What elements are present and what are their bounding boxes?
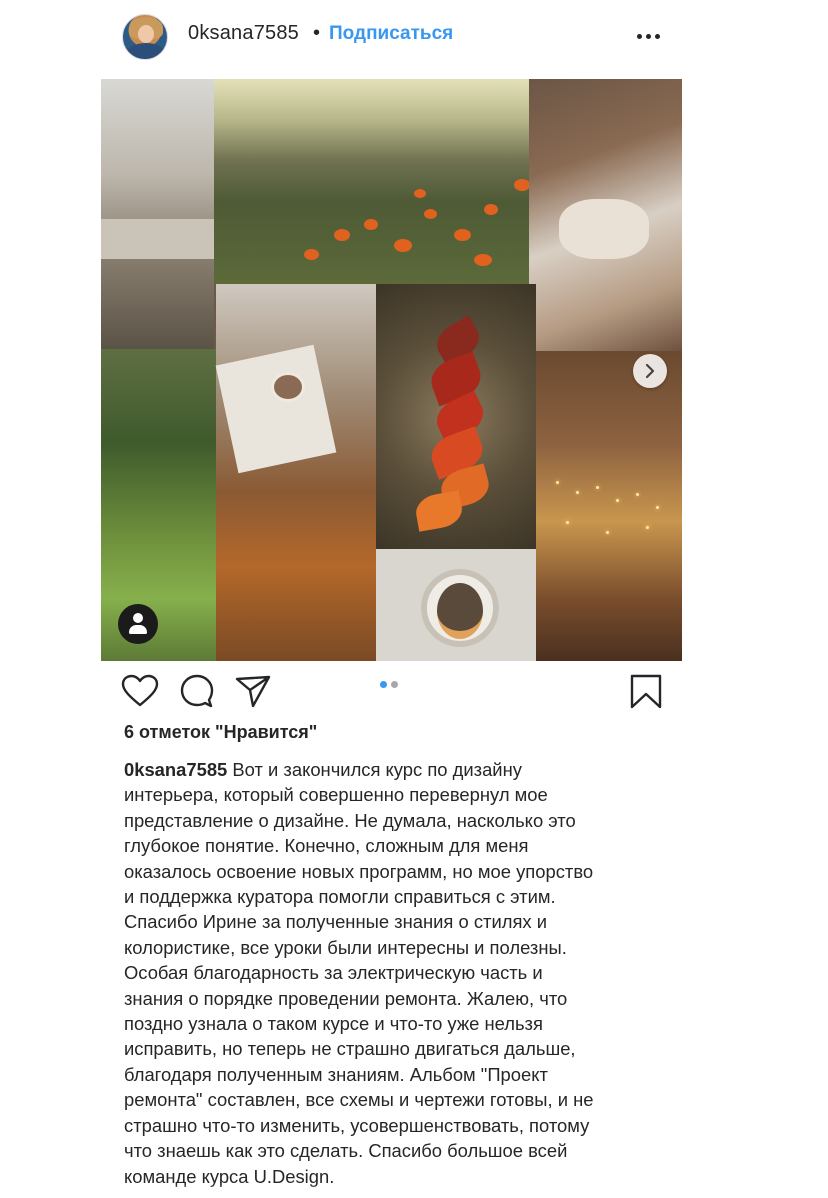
caption-line: благодаря полученным знаниям. Альбом "Пр…: [124, 1063, 548, 1085]
bottom-fade: [0, 1184, 828, 1198]
caption-line: колористике, все уроки были интересны и …: [124, 936, 567, 958]
collage-tile-coat: [529, 79, 682, 351]
caption-line: Особая благодарность за электрическую ча…: [124, 962, 543, 984]
caption-line: страшно что-то изменить, усовершенствова…: [124, 1114, 590, 1136]
collage-tile-garden: [101, 349, 216, 661]
action-bar: [0, 668, 828, 718]
caption-line: глубокое понятие. Конечно, сложным для м…: [124, 835, 529, 857]
caption-line: знания о порядке проведении ремонта. Жал…: [124, 987, 568, 1009]
follow-button[interactable]: Подписаться: [329, 23, 453, 45]
user-tag-icon[interactable]: [118, 604, 158, 644]
caption-line: интерьера, который совершенно перевернул…: [124, 784, 548, 806]
heart-icon[interactable]: [121, 674, 159, 710]
collage-tile-leaves: [376, 284, 536, 549]
collage-tile-pot: [376, 549, 536, 661]
collage-tile-book-cup: [215, 284, 376, 661]
more-options-icon[interactable]: [636, 24, 662, 48]
post-caption: 0ksana7585 Вот и закончился курс по диза…: [124, 757, 664, 1189]
comment-icon[interactable]: [179, 674, 215, 710]
collage-tile-terrace: [536, 351, 682, 661]
separator-dot: •: [313, 22, 321, 44]
caption-line: представление о дизайне. Не думала, наск…: [124, 809, 576, 831]
chevron-right-icon[interactable]: [633, 354, 667, 388]
caption-author-link[interactable]: 0ksana7585: [124, 759, 227, 780]
caption-line: и поддержка куратора помогли справиться …: [124, 886, 556, 908]
carousel-dot: [391, 681, 398, 688]
post-image-collage[interactable]: [101, 79, 682, 661]
caption-line: поздно узнала о таком курсе и что-то уже…: [124, 1013, 543, 1035]
likes-count[interactable]: 6 отметок "Нравится": [124, 722, 317, 743]
caption-line: Вот и закончился курс по дизайну: [227, 759, 522, 780]
caption-line: что знаешь как это сделать. Спасибо боль…: [124, 1140, 568, 1162]
collage-tile-flowers: [214, 79, 625, 284]
bookmark-icon[interactable]: [630, 674, 662, 710]
post-header: 0ksana7585 • Подписаться: [0, 0, 828, 74]
collage-tile-interior: [101, 79, 214, 349]
caption-line: исправить, но теперь не страшно двигатьс…: [124, 1038, 576, 1060]
profile-avatar[interactable]: [122, 14, 168, 60]
caption-line: оказалось освоение новых программ, но мо…: [124, 860, 594, 882]
send-icon[interactable]: [234, 674, 272, 710]
caption-line: ремонта" составлен, все схемы и чертежи …: [124, 1089, 594, 1111]
caption-line: Спасибо Ирине за полученные знания о сти…: [124, 911, 547, 933]
username-link[interactable]: 0ksana7585: [188, 22, 299, 45]
carousel-dot-active: [380, 681, 387, 688]
